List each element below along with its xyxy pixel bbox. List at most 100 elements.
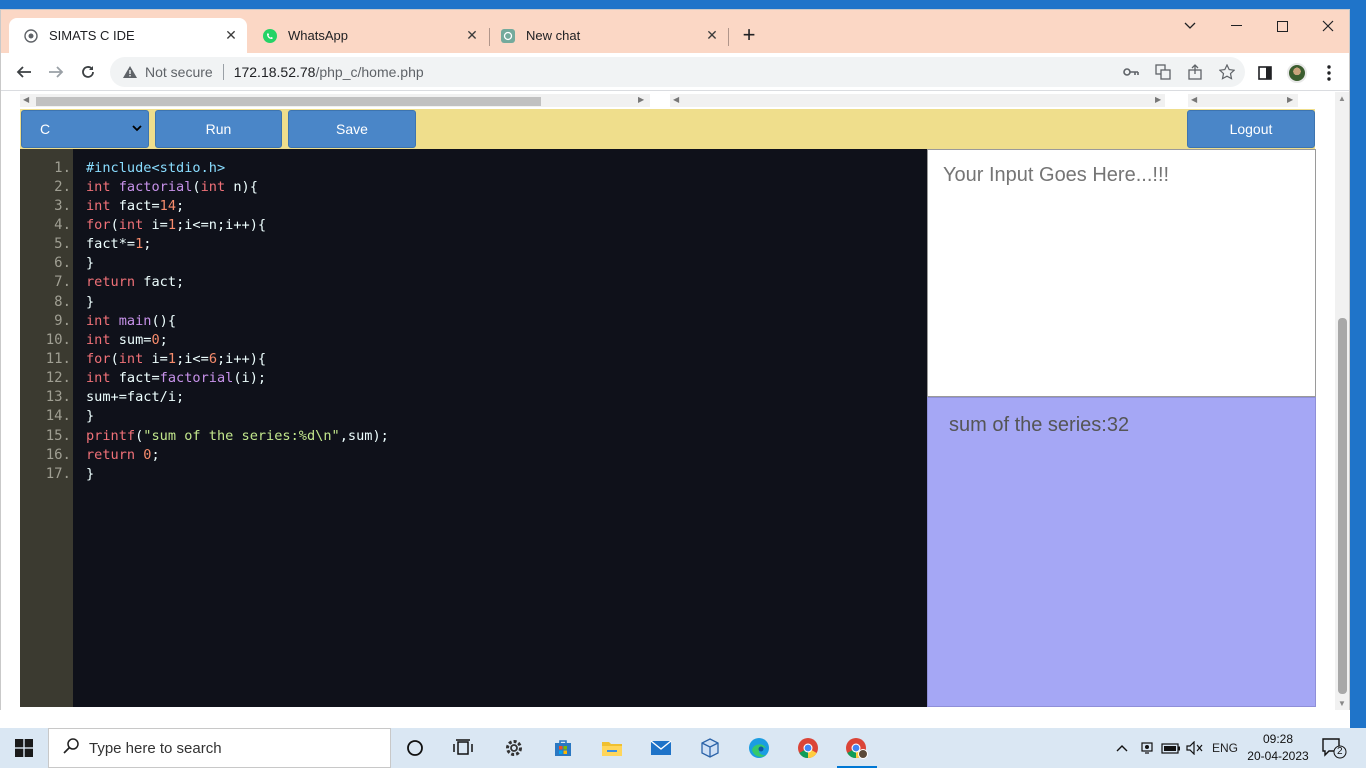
windows-start-icon[interactable] <box>0 728 48 768</box>
code-editor[interactable]: 1. 2. 3. 4. 5. 6. 7. 8. 9. 10. 11. 12. 1… <box>20 149 927 707</box>
3d-cube-app-icon[interactable] <box>686 728 734 768</box>
code-line[interactable]: int fact=14; <box>86 198 184 214</box>
bookmark-star-icon[interactable] <box>1215 62 1239 82</box>
tab-whatsapp[interactable]: WhatsApp ✕ <box>248 18 488 53</box>
tab-bar: SIMATS C IDE ✕ WhatsApp ✕ New chat ✕ + <box>1 10 1349 53</box>
code-line[interactable]: #include<stdio.h> <box>86 160 225 176</box>
browser-toolbar: Not secure 172.18.52.78/php_c/home.php <box>1 53 1349 91</box>
code-line[interactable]: int sum=0; <box>86 332 168 348</box>
code-line[interactable]: int factorial(int n){ <box>86 179 258 195</box>
side-panel-icon[interactable] <box>1253 61 1277 85</box>
code-line[interactable]: } <box>86 255 94 271</box>
whatsapp-icon <box>262 28 278 44</box>
notification-count: 2 <box>1337 746 1343 757</box>
scrollbar-thumb[interactable] <box>36 97 541 106</box>
translate-icon[interactable] <box>1151 62 1175 82</box>
line-number: 6. <box>54 255 71 271</box>
mail-icon[interactable] <box>637 728 685 768</box>
control-bar: C Run Save Logout <box>20 109 1315 149</box>
close-tab-icon[interactable]: ✕ <box>462 26 482 46</box>
line-number: 16. <box>45 447 71 463</box>
tab-title: WhatsApp <box>288 28 348 43</box>
code-line[interactable]: fact*=1; <box>86 236 151 252</box>
tab-search-chevron-icon[interactable] <box>1167 10 1213 42</box>
run-button[interactable]: Run <box>155 110 282 148</box>
tab-title: New chat <box>526 28 581 43</box>
file-explorer-icon[interactable] <box>588 728 636 768</box>
chevron-down-icon <box>132 123 142 135</box>
cortana-icon[interactable] <box>391 728 439 768</box>
address-bar[interactable]: Not secure 172.18.52.78/php_c/home.php <box>110 57 1245 87</box>
tab-simats-ide[interactable]: SIMATS C IDE ✕ <box>9 18 247 53</box>
tab-new-chat[interactable]: New chat ✕ <box>486 18 728 53</box>
line-number: 9. <box>54 313 71 329</box>
code-line[interactable]: } <box>86 466 94 482</box>
minimize-icon[interactable] <box>1213 10 1259 42</box>
microsoft-store-icon[interactable] <box>539 728 587 768</box>
line-number: 14. <box>45 408 71 424</box>
taskbar-clock[interactable]: 09:28 20-04-2023 <box>1245 731 1311 765</box>
search-icon <box>63 737 79 759</box>
tab-title: SIMATS C IDE <box>49 28 135 43</box>
webcam-icon[interactable] <box>1139 728 1155 768</box>
code-line[interactable]: } <box>86 408 94 424</box>
reload-icon[interactable] <box>74 59 102 85</box>
show-hidden-icons-chevron-icon[interactable] <box>1114 728 1130 768</box>
scrollbar-thumb[interactable] <box>1338 318 1347 694</box>
scroll-up-arrow-icon[interactable]: ▲ <box>1338 94 1346 103</box>
profile-avatar[interactable] <box>1285 61 1309 85</box>
code-line[interactable]: printf("sum of the series:%d\n",sum); <box>86 428 389 444</box>
line-number: 7. <box>54 274 71 290</box>
code-line[interactable]: for(int i=1;i<=n;i++){ <box>86 217 266 233</box>
kebab-menu-icon[interactable] <box>1317 61 1341 85</box>
code-line[interactable]: sum+=fact/i; <box>86 389 184 405</box>
settings-gear-icon[interactable] <box>490 728 538 768</box>
input-placeholder: Your Input Goes Here...!!! <box>943 164 1170 186</box>
warning-icon[interactable] <box>122 64 138 80</box>
code-line[interactable]: int fact=factorial(i); <box>86 370 266 386</box>
taskbar-search-input[interactable]: Type here to search <box>48 728 391 768</box>
output-horizontal-scrollbar[interactable]: ◀ ▶ <box>1188 94 1298 107</box>
close-tab-icon[interactable]: ✕ <box>702 26 722 46</box>
line-number: 15. <box>45 428 71 444</box>
chrome-profile-icon[interactable] <box>833 728 881 768</box>
code-line[interactable]: return 0; <box>86 447 160 463</box>
globe-icon <box>23 28 39 44</box>
program-output-panel: sum of the series:32 <box>927 397 1316 707</box>
edge-browser-icon[interactable] <box>735 728 783 768</box>
back-arrow-icon[interactable] <box>10 59 38 85</box>
code-line[interactable]: int main(){ <box>86 313 176 329</box>
program-input-textarea[interactable]: Your Input Goes Here...!!! <box>927 149 1316 397</box>
code-line[interactable]: } <box>86 294 94 310</box>
security-status[interactable]: Not secure <box>145 64 213 80</box>
input-language[interactable]: ENG <box>1212 728 1238 768</box>
scroll-down-arrow-icon[interactable]: ▼ <box>1338 699 1346 708</box>
forward-arrow-icon[interactable] <box>42 59 70 85</box>
language-select[interactable]: C <box>21 110 149 148</box>
code-line[interactable]: for(int i=1;i<=6;i++){ <box>86 351 266 367</box>
close-window-icon[interactable] <box>1305 10 1351 42</box>
battery-icon[interactable] <box>1160 728 1182 768</box>
logout-button[interactable]: Logout <box>1187 110 1315 148</box>
maximize-icon[interactable] <box>1259 10 1305 42</box>
input-horizontal-scrollbar[interactable]: ◀ ▶ <box>670 94 1165 107</box>
page-vertical-scrollbar[interactable]: ▲ ▼ <box>1335 92 1349 710</box>
volume-muted-icon[interactable] <box>1185 728 1205 768</box>
url-text[interactable]: 172.18.52.78/php_c/home.php <box>234 64 424 80</box>
code-line[interactable]: return fact; <box>86 274 184 290</box>
close-tab-icon[interactable]: ✕ <box>221 26 241 46</box>
new-tab-button[interactable]: + <box>737 24 761 48</box>
share-icon[interactable] <box>1183 62 1207 82</box>
notification-center-icon[interactable]: 2 <box>1320 736 1348 760</box>
page-viewport: ◀ ▶ ◀ ▶ ◀ ▶ C Run Save Logout 1. 2. 3. 4… <box>1 92 1335 710</box>
windows-taskbar: Type here to search ENG 09:28 20-04-2023… <box>0 728 1366 768</box>
output-text: sum of the series:32 <box>949 414 1130 436</box>
line-number: 12. <box>45 370 71 386</box>
save-button[interactable]: Save <box>288 110 416 148</box>
code-horizontal-scrollbar[interactable]: ◀ ▶ <box>20 94 650 107</box>
chrome-icon[interactable] <box>784 728 832 768</box>
key-icon[interactable] <box>1119 62 1143 82</box>
task-view-icon[interactable] <box>439 728 487 768</box>
openai-icon <box>500 28 516 44</box>
search-placeholder: Type here to search <box>89 739 222 757</box>
